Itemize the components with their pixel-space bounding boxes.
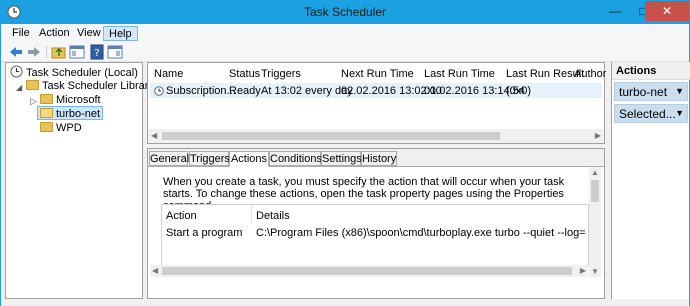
menu-view[interactable]: View [72, 26, 106, 41]
toolbar: ? [1, 42, 689, 62]
forward-arrow-icon[interactable] [26, 44, 42, 60]
scroll-right-icon[interactable]: ▶ [595, 131, 601, 140]
actions-pane: Actions turbo-net ▼ Selected... ▼ [611, 62, 690, 299]
section-collapse-icon[interactable]: ▼ [675, 108, 684, 118]
navigation-tree: Task Scheduler (Local) ◢ Task Scheduler … [5, 62, 154, 299]
vertical-scrollbar[interactable]: ▲ ▼ [589, 167, 601, 277]
tab-conditions[interactable]: Conditions [269, 151, 322, 166]
back-arrow-icon[interactable] [8, 44, 24, 60]
column-header-next-run[interactable]: Next Run Time [341, 68, 414, 80]
scroll-down-icon[interactable]: ▼ [591, 267, 599, 276]
task-scheduler-window: Task Scheduler — □ ✕ File Action View He… [0, 0, 690, 306]
svg-text:?: ? [94, 48, 99, 59]
scroll-left-icon[interactable]: ◀ [151, 131, 157, 140]
title-bar: Task Scheduler — □ ✕ [1, 1, 689, 24]
horizontal-scrollbar[interactable]: ◀ ▶ [148, 129, 604, 143]
tab-history[interactable]: History [361, 151, 397, 166]
scrollbar-thumb[interactable] [162, 267, 572, 275]
column-header-details[interactable]: Details [256, 210, 290, 222]
tree-item-root[interactable]: Task Scheduler (Local) [10, 65, 138, 79]
task-last-result: (0x0) [506, 85, 532, 97]
tab-general[interactable]: General [149, 151, 189, 166]
window-title: Task Scheduler [303, 5, 387, 19]
task-triggers: At 13:02 every day [261, 85, 353, 97]
folder-open-icon [40, 108, 53, 118]
horizontal-scrollbar[interactable]: ◀ ▶ [150, 265, 588, 277]
actions-pane-title: Actions [612, 62, 690, 80]
close-button[interactable]: ✕ [645, 1, 689, 21]
tab-triggers[interactable]: Triggers [189, 151, 230, 166]
tree-library-label: Task Scheduler Library [42, 80, 154, 92]
console-tree-icon[interactable] [69, 44, 85, 60]
menu-bar: File Action View Help [1, 24, 689, 42]
scrollbar-thumb[interactable] [591, 180, 599, 202]
collapse-arrow-icon[interactable]: ◢ [16, 83, 22, 92]
actions-table: Action Details Start a program C:\Progra… [161, 204, 589, 266]
toolbar-separator [46, 45, 47, 59]
column-header-last-result[interactable]: Last Run Result [506, 68, 584, 80]
column-header-author[interactable]: Author [574, 68, 606, 80]
tab-settings[interactable]: Settings [321, 151, 362, 166]
tree-root-label: Task Scheduler (Local) [26, 67, 138, 79]
menu-file[interactable]: File [7, 26, 35, 41]
folder-icon [40, 94, 53, 104]
tree-item-turbo-net[interactable]: turbo-net [37, 106, 104, 120]
section-label: turbo-net [619, 85, 668, 99]
section-collapse-icon[interactable]: ▼ [675, 86, 684, 96]
minimize-button[interactable]: — [601, 1, 629, 21]
task-name: Subscription... [166, 85, 236, 97]
action-type[interactable]: Start a program [166, 227, 242, 239]
tab-actions[interactable]: Actions [229, 151, 269, 167]
scrollbar-thumb[interactable] [162, 132, 500, 140]
column-header-triggers[interactable]: Triggers [261, 68, 301, 80]
column-header-action[interactable]: Action [166, 210, 197, 222]
scroll-right-icon[interactable]: ▶ [580, 266, 586, 275]
up-folder-icon[interactable] [51, 44, 67, 60]
help-icon[interactable]: ? [89, 44, 105, 60]
action-details[interactable]: C:\Program Files (x86)\spoon\cmd\turbopl… [256, 227, 586, 239]
column-header-name[interactable]: Name [154, 68, 183, 80]
menu-help[interactable]: Help [103, 26, 138, 41]
tree-item-label: Microsoft [56, 94, 101, 106]
actions-section-turbo-net[interactable]: turbo-net ▼ [614, 82, 688, 101]
scroll-left-icon[interactable]: ◀ [152, 266, 158, 275]
show-action-pane-icon[interactable] [107, 44, 123, 60]
column-header-last-run[interactable]: Last Run Time [424, 68, 495, 80]
tree-item-label: WPD [56, 122, 82, 134]
clock-icon [10, 65, 23, 78]
menu-action[interactable]: Action [34, 26, 75, 41]
expand-arrow-icon[interactable]: ▷ [30, 96, 37, 107]
task-status: Ready [229, 85, 261, 97]
status-bar [1, 299, 689, 306]
column-divider [251, 205, 252, 223]
tree-item-wpd[interactable]: WPD [40, 121, 82, 135]
column-header-status[interactable]: Status [229, 68, 260, 80]
scroll-up-icon[interactable]: ▲ [591, 168, 599, 177]
task-icon [154, 86, 164, 96]
tree-item-microsoft[interactable]: Microsoft [40, 93, 101, 107]
actions-section-selected[interactable]: Selected... ▼ [614, 104, 688, 123]
tree-item-label: turbo-net [56, 108, 101, 120]
folder-icon [26, 80, 39, 90]
task-list: Name Status Triggers Next Run Time Last … [147, 62, 606, 144]
folder-icon [40, 122, 53, 132]
section-label: Selected... [619, 107, 676, 121]
tree-item-library[interactable]: Task Scheduler Library [26, 79, 154, 93]
